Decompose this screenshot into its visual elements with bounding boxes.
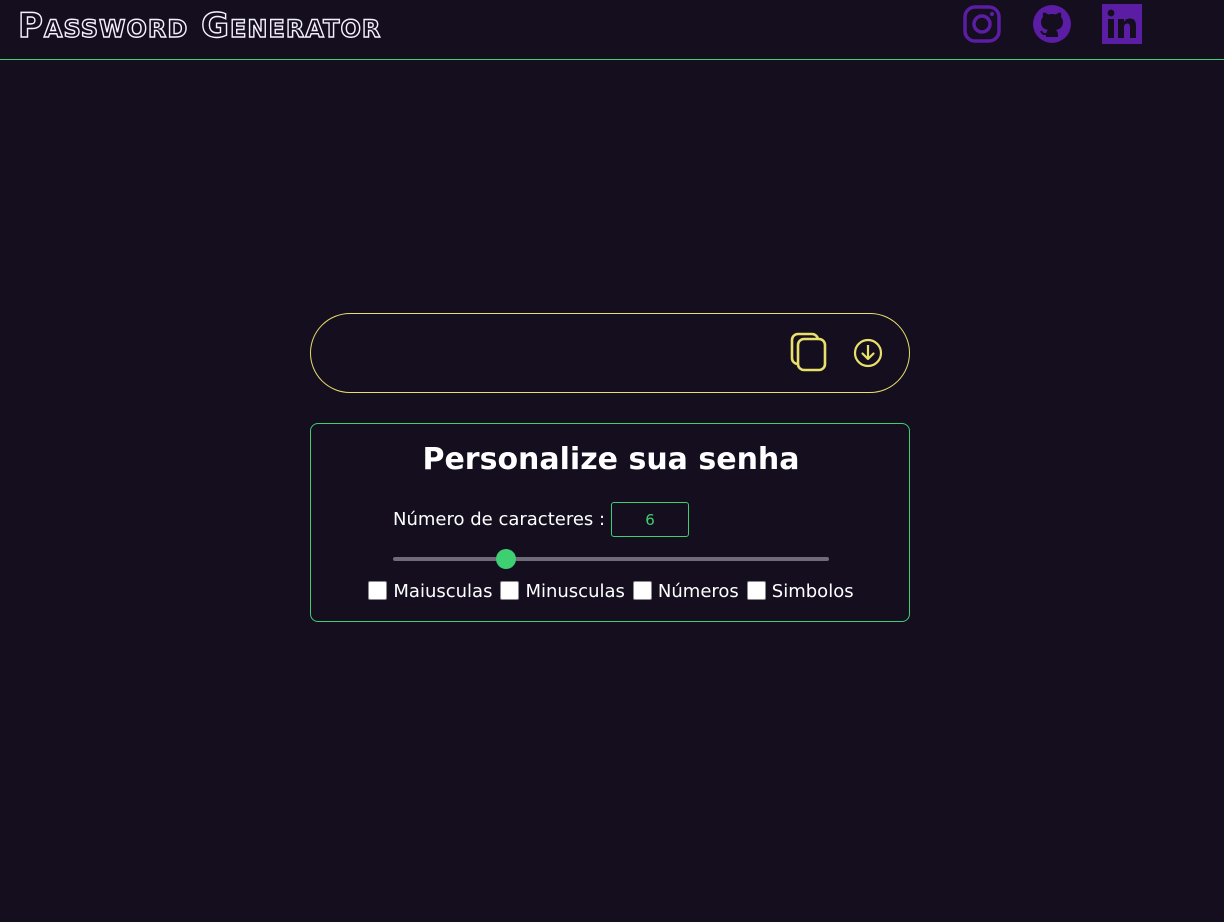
checkbox[interactable] bbox=[500, 581, 520, 600]
option-label: Números bbox=[657, 581, 739, 602]
linkedin-icon bbox=[1102, 4, 1142, 44]
option-label: Minusculas bbox=[525, 581, 625, 602]
slider-track bbox=[393, 557, 829, 561]
download-icon bbox=[853, 338, 883, 368]
copy-button[interactable] bbox=[789, 332, 829, 372]
length-input[interactable] bbox=[611, 502, 689, 537]
slider-thumb[interactable] bbox=[496, 549, 517, 569]
options-row: Maiusculas Minusculas Números Simbolos bbox=[311, 579, 911, 605]
customize-panel: Personalize sua senha Número de caracter… bbox=[310, 423, 910, 622]
option-label: Maiusculas bbox=[393, 581, 493, 602]
length-label: Número de caracteres : bbox=[393, 509, 606, 530]
instagram-icon bbox=[963, 5, 1001, 43]
app-title: Password Generator bbox=[17, 5, 382, 46]
instagram-link[interactable] bbox=[962, 4, 1002, 44]
option-maiusculas[interactable]: Maiusculas bbox=[368, 579, 492, 605]
option-minusculas[interactable]: Minusculas bbox=[500, 579, 625, 605]
option-simbolos[interactable]: Simbolos bbox=[746, 579, 854, 605]
linkedin-link[interactable] bbox=[1102, 4, 1142, 44]
github-link[interactable] bbox=[1032, 4, 1072, 44]
github-icon bbox=[1033, 5, 1071, 43]
copy-icon bbox=[790, 332, 827, 372]
option-numeros[interactable]: Números bbox=[632, 579, 739, 605]
header: Password Generator bbox=[0, 0, 1224, 60]
option-label: Simbolos bbox=[771, 581, 854, 602]
checkbox[interactable] bbox=[632, 581, 652, 600]
checkbox[interactable] bbox=[368, 581, 388, 600]
download-button[interactable] bbox=[851, 336, 885, 370]
checkbox[interactable] bbox=[746, 581, 766, 600]
password-output-field[interactable] bbox=[339, 332, 779, 374]
password-output-box bbox=[310, 313, 910, 393]
panel-title: Personalize sua senha bbox=[422, 442, 800, 477]
length-slider[interactable] bbox=[393, 548, 829, 570]
